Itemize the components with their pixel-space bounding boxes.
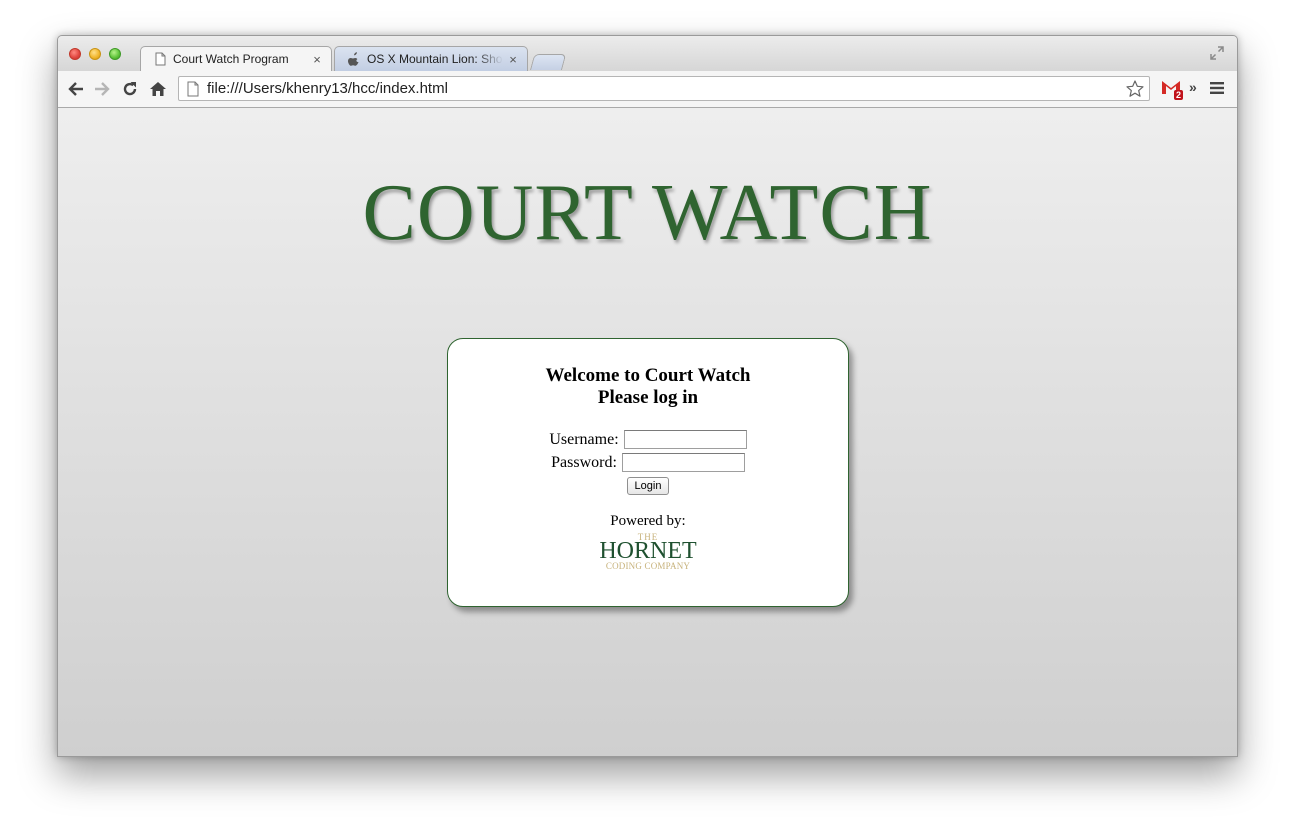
tab-mountain-lion[interactable]: OS X Mountain Lion: Shortcuts × xyxy=(334,46,528,71)
tab-strip: Court Watch Program × OS X Mountain Lion… xyxy=(58,36,1237,71)
password-label: Password: xyxy=(551,453,617,471)
back-arrow-icon xyxy=(68,82,83,96)
page-icon xyxy=(155,52,166,66)
reload-icon xyxy=(123,82,137,96)
welcome-heading: Welcome to Court Watch Please log in xyxy=(448,365,848,409)
page-icon xyxy=(187,81,199,96)
password-input[interactable] xyxy=(621,453,745,472)
star-icon[interactable] xyxy=(1125,79,1145,99)
back-button[interactable] xyxy=(66,79,86,99)
window-zoom-button[interactable] xyxy=(109,48,121,60)
browser-toolbar: file:///Users/khenry13/hcc/index.html 2 … xyxy=(58,71,1237,108)
logo-subtitle: CODING COMPANY xyxy=(605,561,691,571)
fullscreen-icon[interactable] xyxy=(1209,45,1225,61)
forward-button[interactable] xyxy=(92,79,112,99)
forward-arrow-icon xyxy=(95,82,110,96)
reload-button[interactable] xyxy=(120,79,140,99)
apple-icon xyxy=(347,52,359,66)
gmail-extension-button[interactable]: 2 xyxy=(1160,78,1184,100)
login-form: Username: Password: Login xyxy=(448,428,848,495)
hornet-logo: THE HORNET CODING COMPANY xyxy=(593,532,703,572)
page-content: COURT WATCH Welcome to Court Watch Pleas… xyxy=(58,108,1237,756)
extensions-overflow-chevron[interactable]: » xyxy=(1189,79,1197,95)
new-tab-button[interactable] xyxy=(530,54,567,70)
close-icon[interactable]: × xyxy=(507,52,519,67)
username-row: Username: xyxy=(448,428,848,451)
home-button[interactable] xyxy=(148,79,168,99)
login-card: Welcome to Court Watch Please log in Use… xyxy=(447,338,849,607)
page-title: COURT WATCH xyxy=(362,169,933,257)
welcome-line: Welcome to Court Watch xyxy=(545,365,751,386)
tab-title: Court Watch Program xyxy=(173,52,289,66)
username-label: Username: xyxy=(549,430,619,448)
login-prompt: Please log in xyxy=(597,387,699,408)
tab-title: OS X Mountain Lion: Shortcuts xyxy=(367,52,503,66)
menu-icon[interactable] xyxy=(1210,81,1224,95)
window-minimize-button[interactable] xyxy=(89,48,101,60)
window-close-button[interactable] xyxy=(69,48,81,60)
address-bar[interactable]: file:///Users/khenry13/hcc/index.html xyxy=(178,76,1150,101)
home-icon xyxy=(150,82,166,96)
close-icon[interactable]: × xyxy=(311,52,323,67)
browser-window: Court Watch Program × OS X Mountain Lion… xyxy=(57,35,1238,757)
username-input[interactable] xyxy=(623,430,747,449)
login-button[interactable]: Login xyxy=(626,477,670,495)
address-url[interactable]: file:///Users/khenry13/hcc/index.html xyxy=(207,80,1125,97)
gmail-unread-badge: 2 xyxy=(1174,90,1184,100)
password-row: Password: xyxy=(448,451,848,474)
tab-court-watch[interactable]: Court Watch Program × xyxy=(140,46,332,71)
powered-by-label: Powered by: xyxy=(610,513,686,529)
